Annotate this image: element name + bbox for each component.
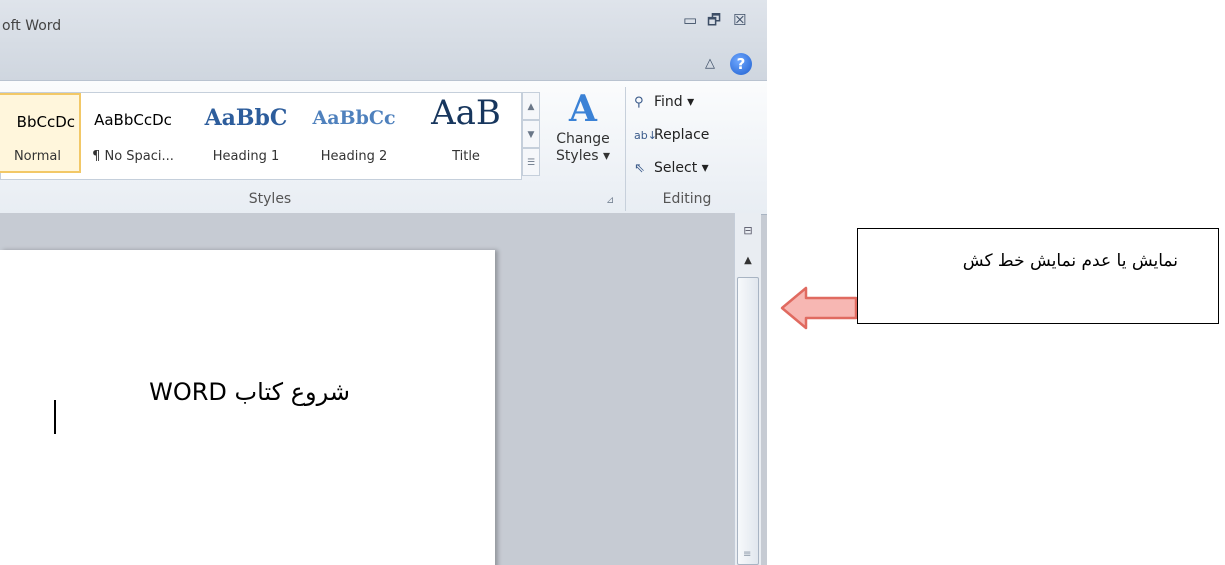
title-bar: oft Word ▭ 🗗 ☒ △ ? <box>0 0 767 80</box>
change-styles-button[interactable]: A Change Styles ▾ <box>548 87 618 187</box>
gallery-up-icon[interactable]: ▲ <box>522 92 540 120</box>
style-sample: AaB <box>431 93 501 133</box>
group-divider <box>625 87 626 211</box>
find-label: Find ▾ <box>654 94 695 110</box>
scroll-thumb[interactable]: ≡ <box>737 277 759 565</box>
style-name: Normal <box>13 149 61 164</box>
help-button[interactable]: ? <box>730 53 752 75</box>
style-sample: BbCcDc <box>16 113 75 131</box>
minimize-ribbon-icon[interactable]: △ <box>705 56 715 71</box>
replace-icon: ab↓ <box>634 129 657 142</box>
style-name: Heading 2 <box>320 149 388 164</box>
replace-label: Replace <box>654 127 710 143</box>
style-sample: AaBbC <box>204 105 288 131</box>
restore-icon[interactable]: 🗗 <box>707 10 721 30</box>
replace-button[interactable]: ab↓Replace <box>634 127 709 143</box>
word-window: oft Word ▭ 🗗 ☒ △ ? BbCcDc Normal AaBbCcD… <box>0 0 767 565</box>
document-text[interactable]: شروع کتاب WORD <box>0 378 350 406</box>
annotation-text: نمایش یا عدم نمایش خط کش <box>962 251 1178 271</box>
gallery-down-icon[interactable]: ▼ <box>522 120 540 148</box>
change-styles-label: Change <box>556 131 610 147</box>
binoculars-icon: ⚲ <box>634 95 644 110</box>
close-icon[interactable]: ☒ <box>733 10 746 30</box>
vertical-scrollbar[interactable]: ⊟ ▲ ≡ <box>734 213 761 565</box>
style-sample: AaBbCc <box>312 107 396 129</box>
gallery-more-icon[interactable]: ☰ <box>522 148 540 176</box>
callout-arrow-icon <box>780 286 858 330</box>
cursor-icon: ⇖ <box>634 161 645 176</box>
annotation-box: نمایش یا عدم نمایش خط کش <box>857 228 1219 324</box>
change-styles-icon: A <box>569 88 597 130</box>
style-heading-2[interactable]: AaBbCc Heading 2 <box>304 93 404 177</box>
style-name: Heading 1 <box>212 149 280 164</box>
view-ruler-icon[interactable]: ⊟ <box>738 219 758 243</box>
style-title[interactable]: AaB Title <box>416 93 516 177</box>
scroll-up-icon[interactable]: ▲ <box>738 253 758 269</box>
gallery-scroll: ▲ ▼ ☰ <box>522 92 540 180</box>
editing-group-label: Editing <box>662 191 712 207</box>
style-normal[interactable]: BbCcDc Normal <box>0 93 81 173</box>
styles-launcher-icon[interactable]: ⊿ <box>606 195 614 206</box>
styles-gallery: BbCcDc Normal AaBbCcDc ¶ No Spaci... AaB… <box>0 92 522 180</box>
text-cursor <box>54 400 56 434</box>
ribbon: BbCcDc Normal AaBbCcDc ¶ No Spaci... AaB… <box>0 80 767 215</box>
change-styles-label-2: Styles ▾ <box>556 148 610 164</box>
style-sample: AaBbCcDc <box>94 111 172 129</box>
document-page[interactable]: شروع کتاب WORD <box>0 250 495 565</box>
style-name: ¶ No Spaci... <box>92 149 174 164</box>
style-name: Title <box>452 149 480 164</box>
style-no-spacing[interactable]: AaBbCcDc ¶ No Spaci... <box>83 93 183 177</box>
select-label: Select ▾ <box>654 160 709 176</box>
thumb-grip-icon: ≡ <box>743 549 752 560</box>
find-button[interactable]: ⚲ Find ▾ <box>634 94 694 110</box>
window-title: oft Word <box>2 18 62 34</box>
document-area: شروع کتاب WORD <box>0 213 734 565</box>
styles-group-label: Styles <box>248 191 292 207</box>
minimize-icon[interactable]: ▭ <box>683 10 697 30</box>
style-heading-1[interactable]: AaBbC Heading 1 <box>196 93 296 177</box>
select-button[interactable]: ⇖ Select ▾ <box>634 160 709 176</box>
